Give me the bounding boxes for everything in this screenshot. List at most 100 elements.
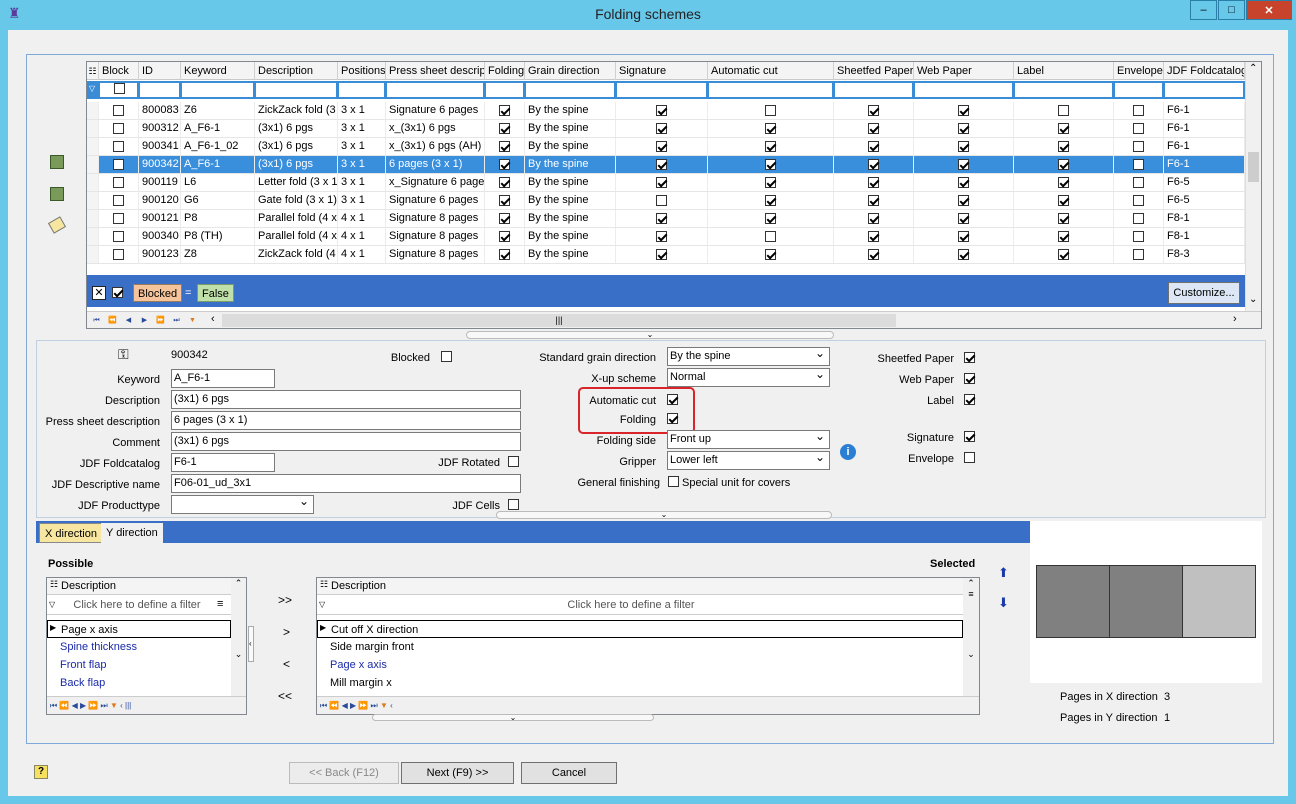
save-icon[interactable] (50, 155, 64, 169)
list-item[interactable]: Page x axis (317, 656, 963, 674)
filter-menu-icon[interactable]: ≡ (217, 598, 223, 610)
filter-cell[interactable] (486, 83, 523, 97)
web-checkbox[interactable] (958, 177, 969, 188)
column-header[interactable]: Description (255, 62, 338, 80)
table-cell-checkbox[interactable] (708, 246, 834, 263)
table-cell[interactable]: x_(3x1) 6 pgs (AH) (386, 138, 485, 155)
sig-checkbox[interactable] (656, 123, 667, 134)
table-cell-checkbox[interactable] (1014, 192, 1114, 209)
table-cell-checkbox[interactable] (616, 246, 708, 263)
folding-checkbox[interactable] (499, 177, 510, 188)
horizontal-scroll-thumb[interactable]: ||| (222, 314, 896, 327)
folding-checkbox[interactable] (499, 141, 510, 152)
table-cell-checkbox[interactable] (914, 228, 1014, 245)
table-cell[interactable]: By the spine (525, 246, 616, 263)
sheet-checkbox[interactable] (868, 195, 879, 206)
table-cell[interactable]: Z6 (181, 102, 255, 119)
table-cell-checkbox[interactable] (616, 156, 708, 173)
web-checkbox[interactable] (958, 213, 969, 224)
table-cell-checkbox[interactable] (485, 210, 525, 227)
special-unit-checkbox[interactable] (668, 476, 679, 487)
table-cell[interactable]: F6-5 (1164, 192, 1245, 209)
row-indicator[interactable] (87, 138, 99, 155)
table-cell-checkbox[interactable] (485, 102, 525, 119)
customize-button[interactable]: Customize... (1168, 282, 1240, 304)
sig-checkbox[interactable] (656, 231, 667, 242)
column-header[interactable]: Press sheet descrip (386, 62, 485, 80)
table-cell-checkbox[interactable] (1014, 120, 1114, 137)
table-cell[interactable]: 800083 (139, 102, 181, 119)
filter-cell[interactable] (256, 83, 336, 97)
table-cell-checkbox[interactable] (914, 120, 1014, 137)
table-cell-checkbox[interactable] (834, 210, 914, 227)
sig-checkbox[interactable] (656, 249, 667, 260)
block-checkbox[interactable] (113, 123, 124, 134)
table-cell[interactable]: 900341 (139, 138, 181, 155)
web-checkbox[interactable] (958, 231, 969, 242)
next-page-icon[interactable]: ⏩ (153, 314, 168, 328)
table-cell[interactable]: 900119 (139, 174, 181, 191)
save-as-icon[interactable] (50, 187, 64, 201)
table-cell-checkbox[interactable] (834, 174, 914, 191)
block-checkbox[interactable] (113, 231, 124, 242)
label-checkbox[interactable] (1058, 213, 1069, 224)
table-cell-checkbox[interactable] (99, 156, 139, 173)
column-header[interactable]: Block (99, 62, 139, 80)
table-cell-checkbox[interactable] (485, 156, 525, 173)
filter-row[interactable]: ▽ (87, 81, 1245, 99)
move-up-icon[interactable]: ⬆ (998, 565, 1009, 581)
column-header[interactable]: ID (139, 62, 181, 80)
table-cell[interactable]: 6 pages (3 x 1) (386, 156, 485, 173)
gripper-select[interactable]: Lower left (667, 451, 830, 470)
possible-filter-text[interactable]: Click here to define a filter (61, 599, 213, 611)
auto-checkbox[interactable] (765, 249, 776, 260)
sig-checkbox[interactable] (656, 105, 667, 116)
folding-checkbox[interactable] (667, 413, 678, 424)
move-left-button[interactable]: < (283, 657, 290, 671)
table-row[interactable]: 900342 A_F6-1 (3x1) 6 pgs 3 x 16 pages (3 x… (87, 156, 1245, 174)
filter-cell[interactable] (915, 83, 1012, 97)
press-sheet-description-input[interactable]: 6 pages (3 x 1) (171, 411, 521, 430)
table-cell-checkbox[interactable] (708, 102, 834, 119)
row-indicator[interactable] (87, 246, 99, 263)
table-cell[interactable]: A_F6-1 (181, 156, 255, 173)
table-cell-checkbox[interactable] (1014, 102, 1114, 119)
filter-cell[interactable] (1165, 83, 1243, 97)
table-cell-checkbox[interactable] (708, 156, 834, 173)
move-all-left-button[interactable]: << (278, 689, 292, 703)
sheet-checkbox[interactable] (868, 123, 879, 134)
filter-cell[interactable] (387, 83, 483, 97)
table-cell-checkbox[interactable] (1014, 138, 1114, 155)
table-cell-checkbox[interactable] (616, 210, 708, 227)
label-checkbox[interactable] (1058, 141, 1069, 152)
table-cell-checkbox[interactable] (485, 120, 525, 137)
table-cell[interactable]: A_F6-1_02 (181, 138, 255, 155)
table-cell-checkbox[interactable] (1014, 156, 1114, 173)
env-checkbox[interactable] (1133, 177, 1144, 188)
table-cell[interactable]: Z8 (181, 246, 255, 263)
auto-checkbox[interactable] (765, 159, 776, 170)
auto-checkbox[interactable] (765, 177, 776, 188)
table-cell-checkbox[interactable] (99, 192, 139, 209)
table-cell[interactable]: Parallel fold (4 x (255, 210, 338, 227)
column-header[interactable]: Automatic cut (708, 62, 834, 80)
block-checkbox[interactable] (113, 105, 124, 116)
auto-checkbox[interactable] (765, 105, 776, 116)
filter-cell[interactable] (339, 83, 384, 97)
table-cell[interactable]: 900312 (139, 120, 181, 137)
list-item[interactable]: Side margin front (317, 638, 963, 656)
keyword-input[interactable]: A_F6-1 (171, 369, 275, 388)
label-checkbox[interactable] (1058, 195, 1069, 206)
sheet-checkbox[interactable] (868, 141, 879, 152)
column-header[interactable]: JDF Foldcatalog (1164, 62, 1245, 80)
prev-record-icon[interactable]: ◀ (121, 314, 136, 328)
block-checkbox[interactable] (113, 249, 124, 260)
row-indicator[interactable] (87, 228, 99, 245)
table-cell[interactable]: 3 x 1 (338, 138, 386, 155)
table-cell[interactable]: x_(3x1) 6 pgs (386, 120, 485, 137)
table-cell[interactable]: ZickZack fold (3 : (255, 102, 338, 119)
signature-checkbox[interactable] (964, 431, 975, 442)
table-cell-checkbox[interactable] (834, 120, 914, 137)
table-cell[interactable]: 4 x 1 (338, 228, 386, 245)
table-cell[interactable]: Signature 6 pages (386, 192, 485, 209)
